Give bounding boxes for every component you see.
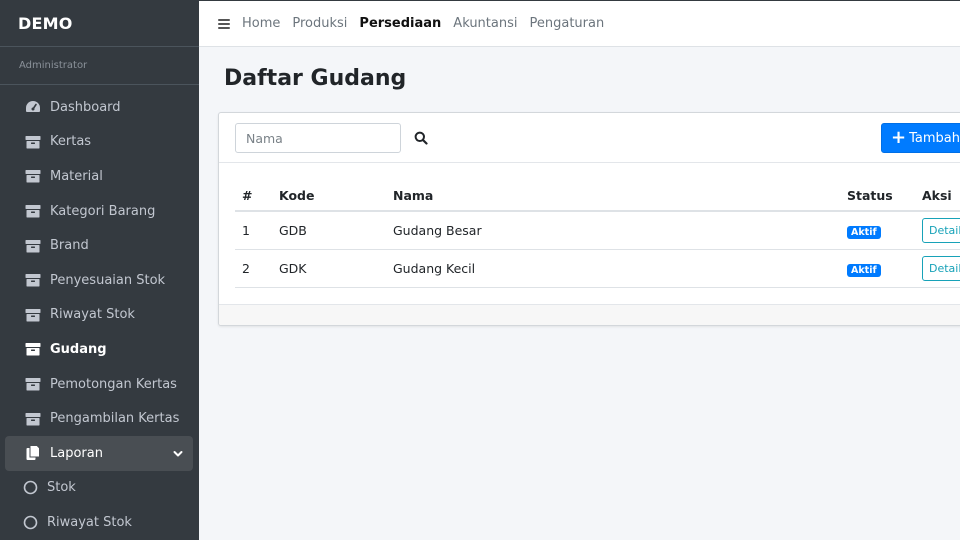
search-input[interactable] <box>235 123 401 153</box>
sidebar-item-kertas[interactable]: Kertas <box>5 125 193 160</box>
cell-aksi: Detail <box>922 218 960 243</box>
sidebar-item-label: Stok <box>47 480 76 496</box>
sidebar-nav: Dashboard Kertas Material Kategori Baran… <box>0 85 199 540</box>
warehouse-card: + Tambah Data # Kode Nama Status Aksi 1 … <box>218 112 960 326</box>
chevron-down-icon[interactable] <box>173 447 183 462</box>
column-header-nama: Nama <box>393 188 434 203</box>
sidebar-item-label: Riwayat Stok <box>47 514 132 530</box>
warehouse-table: # Kode Nama Status Aksi 1 GDB Gudang Bes… <box>235 181 960 288</box>
sidebar-item-label: Laporan <box>50 445 103 461</box>
sidebar-item-label: Kertas <box>50 134 92 150</box>
sidebar-item-label: Dashboard <box>50 99 121 115</box>
brand-link[interactable]: DEMO <box>0 0 199 47</box>
sidebar-item-pengambilan-kertas[interactable]: Pengambilan Kertas <box>5 401 193 436</box>
column-header-status: Status <box>847 188 893 203</box>
cell-no: 1 <box>242 223 250 238</box>
sidebar-item-riwayat-stok[interactable]: Riwayat Stok <box>5 298 193 333</box>
box-icon <box>25 272 41 288</box>
sidebar-item-kategori-barang[interactable]: Kategori Barang <box>5 194 193 229</box>
box-icon <box>25 411 41 427</box>
sidebar-item-pemotongan-kertas[interactable]: Pemotongan Kertas <box>5 367 193 402</box>
sidebar-item-penyesuaian-stok[interactable]: Penyesuaian Stok <box>5 263 193 298</box>
nav-link-produksi[interactable]: Produksi <box>292 16 347 31</box>
sidebar-item-laporan[interactable]: Laporan <box>5 435 193 471</box>
cell-kode: GDK <box>279 261 307 276</box>
cell-nama: Gudang Besar <box>393 223 482 238</box>
column-header-kode: Kode <box>279 188 315 203</box>
sidebar-item-brand[interactable]: Brand <box>5 228 193 263</box>
sidebar-item-label: Pengambilan Kertas <box>50 411 180 427</box>
box-icon <box>25 238 41 254</box>
sidebar-item-dashboard[interactable]: Dashboard <box>5 90 193 125</box>
table-row: 2 GDK Gudang Kecil Aktif Detail <box>235 250 960 288</box>
sidebar-item-gudang[interactable]: Gudang <box>5 332 193 367</box>
sidebar-item-label: Penyesuaian Stok <box>50 272 166 288</box>
search-icon[interactable] <box>414 130 428 145</box>
dashboard-icon <box>25 99 41 115</box>
user-panel: Administrator <box>0 47 199 85</box>
card-footer <box>219 304 960 325</box>
circle-icon <box>22 480 38 496</box>
table-header: # Kode Nama Status Aksi <box>235 181 960 212</box>
cell-kode: GDB <box>279 223 307 238</box>
box-icon <box>25 168 41 184</box>
nav-link-persediaan[interactable]: Persediaan <box>359 16 441 31</box>
sidebar-item-label: Riwayat Stok <box>50 307 135 323</box>
status-badge: Aktif <box>847 225 881 239</box>
sidebar-subitem-stok[interactable]: Stok <box>5 471 193 506</box>
cell-status: Aktif <box>847 223 922 239</box>
column-header-no: # <box>242 188 253 203</box>
box-icon <box>25 203 41 219</box>
box-icon <box>25 376 41 392</box>
sidebar: DEMO Administrator Dashboard Kertas Mate… <box>0 0 199 540</box>
add-data-label: Tambah Data <box>909 130 960 146</box>
detail-button[interactable]: Detail <box>922 218 960 243</box>
cell-status: Aktif <box>847 261 922 277</box>
menu-toggle-icon[interactable] <box>218 18 230 29</box>
column-header-aksi: Aksi <box>922 188 952 203</box>
card-header: + Tambah Data <box>219 113 960 163</box>
detail-button[interactable]: Detail <box>922 256 960 281</box>
user-name[interactable]: Administrator <box>19 60 87 71</box>
copy-icon <box>25 445 41 461</box>
cell-no: 2 <box>242 261 250 276</box>
sidebar-item-label: Brand <box>50 238 89 254</box>
box-icon <box>25 307 41 323</box>
sidebar-item-label: Gudang <box>50 341 107 357</box>
box-icon <box>25 134 41 150</box>
sidebar-subitem-riwayat-stok[interactable]: Riwayat Stok <box>5 505 193 540</box>
cell-aksi: Detail <box>922 256 960 281</box>
nav-link-akuntansi[interactable]: Akuntansi <box>453 16 517 31</box>
sidebar-item-label: Kategori Barang <box>50 203 156 219</box>
plus-icon: + <box>891 127 907 148</box>
circle-icon <box>22 514 38 530</box>
status-badge: Aktif <box>847 263 881 277</box>
nav-link-home[interactable]: Home <box>242 16 280 31</box>
sidebar-item-label: Pemotongan Kertas <box>50 376 177 392</box>
page-title: Daftar Gudang <box>224 66 407 91</box>
nav-link-pengaturan[interactable]: Pengaturan <box>529 16 604 31</box>
box-icon <box>25 341 41 357</box>
table-row: 1 GDB Gudang Besar Aktif Detail <box>235 212 960 250</box>
sidebar-item-label: Material <box>50 168 103 184</box>
top-navbar: Home Produksi Persediaan Akuntansi Penga… <box>199 0 960 47</box>
cell-nama: Gudang Kecil <box>393 261 476 276</box>
brand-text: DEMO <box>18 13 73 33</box>
add-data-button[interactable]: + Tambah Data <box>881 123 960 153</box>
sidebar-item-material[interactable]: Material <box>5 159 193 194</box>
